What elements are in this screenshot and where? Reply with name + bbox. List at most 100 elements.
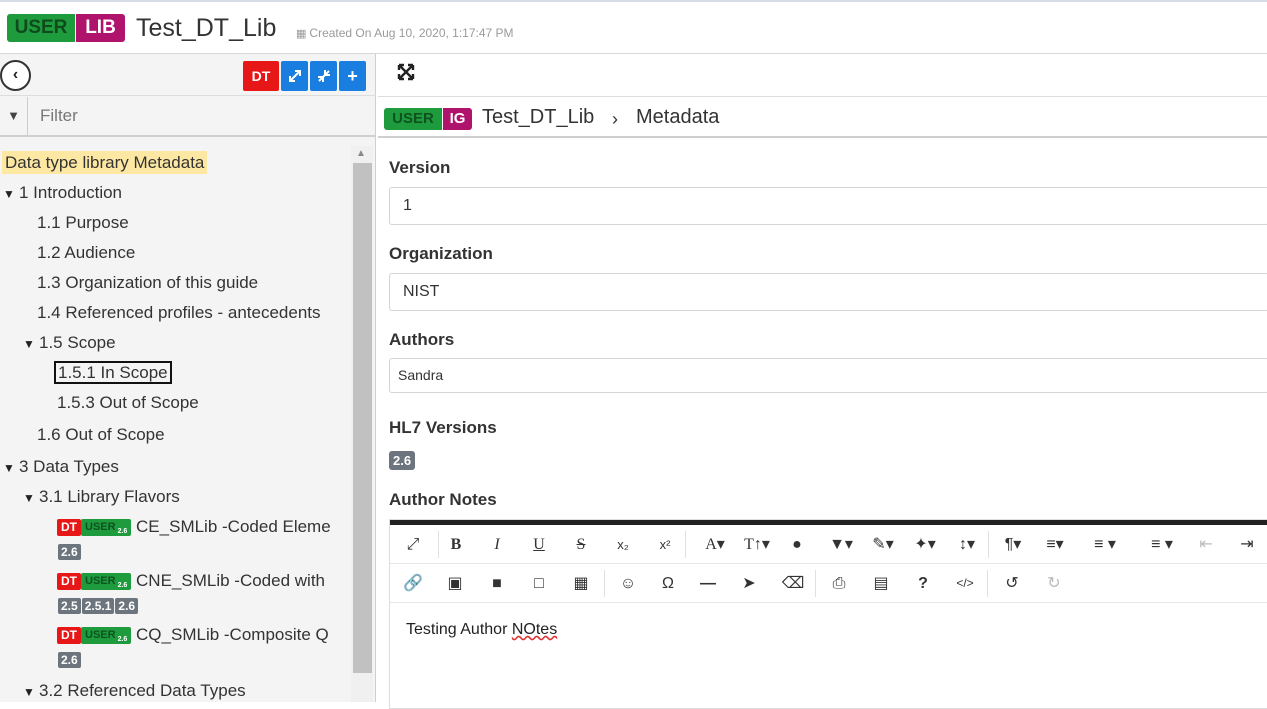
code-view-icon[interactable]: </>: [951, 564, 979, 603]
subscript-icon[interactable]: x₂: [609, 525, 637, 564]
tree-item-scope[interactable]: ▼ 1.5 Scope: [23, 332, 116, 355]
horizontal-line-icon[interactable]: —: [694, 564, 722, 603]
datatype-name: CE_SMLib -Coded Eleme: [136, 517, 331, 536]
tree-item-referenced-data-types[interactable]: ▼ 3.2 Referenced Data Types: [23, 680, 246, 702]
strikethrough-icon[interactable]: S: [567, 525, 595, 564]
tree-item-label: 1.5 Scope: [39, 333, 116, 352]
file-icon[interactable]: □: [525, 564, 553, 603]
table-icon[interactable]: ▦: [567, 564, 595, 603]
clear-formatting-icon[interactable]: ⌫: [779, 564, 807, 603]
caret-down-icon[interactable]: ▼: [23, 681, 39, 702]
editor-content[interactable]: Testing Author NOtes: [406, 621, 557, 639]
pdf-icon[interactable]: ▤: [867, 564, 895, 603]
version-badge: 2.6: [115, 598, 139, 614]
tree-item-label: 1.6 Out of Scope: [37, 425, 165, 444]
app-header: USER LIB Test_DT_Lib ▦ Created On Aug 10,…: [0, 0, 1267, 54]
version-badge: 2.6: [58, 652, 81, 668]
print-icon[interactable]: ⎙: [825, 564, 853, 603]
fullscreen-icon[interactable]: [396, 62, 416, 88]
superscript-icon[interactable]: x²: [651, 525, 679, 564]
main-panel: USER IG Test_DT_Lib › Metadata Version 1…: [378, 54, 1267, 709]
tree-item-library-flavors[interactable]: ▼ 3.1 Library Flavors: [23, 486, 180, 509]
tree-item-referenced-profiles[interactable]: 1.4 Referenced profiles - antecedents: [37, 302, 321, 324]
organization-field[interactable]: NIST: [389, 273, 1267, 311]
indent-icon[interactable]: ⇥: [1233, 525, 1261, 564]
calendar-icon: ▦: [296, 28, 307, 40]
dt-button[interactable]: DT: [243, 61, 279, 91]
paint-brush-icon[interactable]: ✎▾: [866, 525, 900, 564]
scroll-up-icon[interactable]: ▲: [356, 148, 366, 159]
toc-tree: Data type library Metadata ▼ 1 Introducti…: [0, 149, 350, 702]
version-label: Version: [389, 158, 451, 177]
ordered-list-icon[interactable]: ≡ ▾: [1080, 525, 1130, 564]
text-color-icon[interactable]: ●: [783, 525, 811, 564]
left-panel: ‹ DT + ▼ Data type library Metadata ▼1 I…: [0, 54, 376, 702]
align-icon[interactable]: ≡▾: [1038, 525, 1072, 564]
tree-item-label: 1.5.3 Out of Scope: [57, 393, 199, 412]
user-badge: USER 2.6: [81, 627, 132, 645]
outdent-icon[interactable]: ⇤: [1192, 525, 1220, 564]
fullscreen-icon[interactable]: ⤢: [399, 525, 427, 564]
font-size-icon[interactable]: T↑▾: [740, 525, 774, 564]
user-badge-text: USER: [85, 629, 116, 642]
caret-down-icon[interactable]: ▼: [23, 487, 39, 509]
tree-item-out-of-scope-16[interactable]: 1.6 Out of Scope: [37, 424, 165, 446]
link-icon[interactable]: 🔗: [399, 564, 427, 603]
left-toolbar: ‹ DT +: [0, 54, 376, 96]
caret-down-icon[interactable]: ▼: [3, 183, 19, 205]
lib-badge: LIB: [76, 14, 125, 42]
version-field[interactable]: 1: [389, 187, 1267, 225]
unordered-list-icon[interactable]: ≡ ▾: [1137, 525, 1187, 564]
emoticon-icon[interactable]: ☺: [614, 564, 642, 603]
select-all-icon[interactable]: ➤: [735, 564, 763, 603]
expand-all-button[interactable]: [281, 61, 308, 91]
tree-item-audience[interactable]: 1.2 Audience: [37, 242, 135, 264]
tree-item-datatype[interactable]: DT USER 2.6 CE_SMLib -Coded Eleme: [57, 516, 331, 538]
user-badge: USER: [7, 14, 75, 42]
hl7-versions-label: HL7 Versions: [389, 418, 497, 437]
special-character-icon[interactable]: Ω: [654, 564, 682, 603]
bold-icon[interactable]: B: [442, 525, 470, 564]
created-timestamp: ▦ Created On Aug 10, 2020, 1:17:47 PM: [296, 26, 514, 40]
tree-item-introduction[interactable]: ▼ 1 Introduction: [3, 182, 122, 205]
back-button[interactable]: ‹: [0, 60, 31, 91]
line-height-icon[interactable]: ↕▾: [950, 525, 984, 564]
background-color-icon[interactable]: ▼▾: [824, 525, 858, 564]
underline-icon[interactable]: U: [525, 525, 553, 564]
author-tag[interactable]: Sandra: [398, 367, 443, 383]
tree-scrollbar[interactable]: ▲: [351, 146, 373, 702]
paragraph-icon[interactable]: ¶▾: [996, 525, 1030, 564]
authors-field[interactable]: Sandra: [389, 358, 1267, 393]
rich-text-editor: ⤢ B I U S x₂ x² A▾ T↑▾ ● ▼▾ ✎▾ ✦▾ ↕▾ ¶▾ …: [389, 519, 1267, 709]
tree-item-in-scope[interactable]: 1.5.1 In Scope: [54, 361, 172, 384]
breadcrumb-ig-badge: IG: [443, 108, 472, 130]
tree-item-out-of-scope-153[interactable]: 1.5.3 Out of Scope: [57, 392, 199, 414]
collapse-all-button[interactable]: [310, 61, 337, 91]
tree-item-purpose[interactable]: 1.1 Purpose: [37, 212, 129, 234]
add-button[interactable]: +: [339, 61, 366, 91]
tree-item-datatype[interactable]: DT USER 2.6 CNE_SMLib -Coded with: [57, 570, 325, 592]
italic-icon[interactable]: I: [483, 525, 511, 564]
tree-item-datatype[interactable]: DT USER 2.6 CQ_SMLib -Composite Q: [57, 624, 329, 646]
tree-item-label: 3 Data Types: [19, 457, 119, 476]
caret-down-icon[interactable]: ▼: [23, 333, 39, 355]
image-icon[interactable]: ▣: [441, 564, 469, 603]
caret-down-icon[interactable]: ▼: [3, 457, 19, 479]
filter-input[interactable]: [30, 101, 370, 131]
tree-item-organization[interactable]: 1.3 Organization of this guide: [37, 272, 258, 294]
tree-item-metadata[interactable]: Data type library Metadata: [2, 151, 208, 174]
scrollbar-thumb[interactable]: [353, 163, 372, 673]
breadcrumb-library[interactable]: Test_DT_Lib: [482, 106, 594, 129]
help-icon[interactable]: ?: [909, 564, 937, 603]
tree-item-data-types[interactable]: ▼ 3 Data Types: [3, 456, 119, 479]
toolbar-divider: [987, 570, 988, 597]
redo-icon[interactable]: ↻: [1040, 564, 1068, 603]
font-family-icon[interactable]: A▾: [698, 525, 732, 564]
user-badge-version: 2.6: [117, 636, 128, 644]
video-icon[interactable]: ■: [483, 564, 511, 603]
undo-icon[interactable]: ↺: [998, 564, 1026, 603]
magic-wand-icon[interactable]: ✦▾: [908, 525, 942, 564]
editor-toolbar-row-1: ⤢ B I U S x₂ x² A▾ T↑▾ ● ▼▾ ✎▾ ✦▾ ↕▾ ¶▾ …: [390, 525, 1267, 564]
expand-arrows-icon: [288, 70, 301, 82]
version-badges: 2.6: [58, 540, 82, 562]
